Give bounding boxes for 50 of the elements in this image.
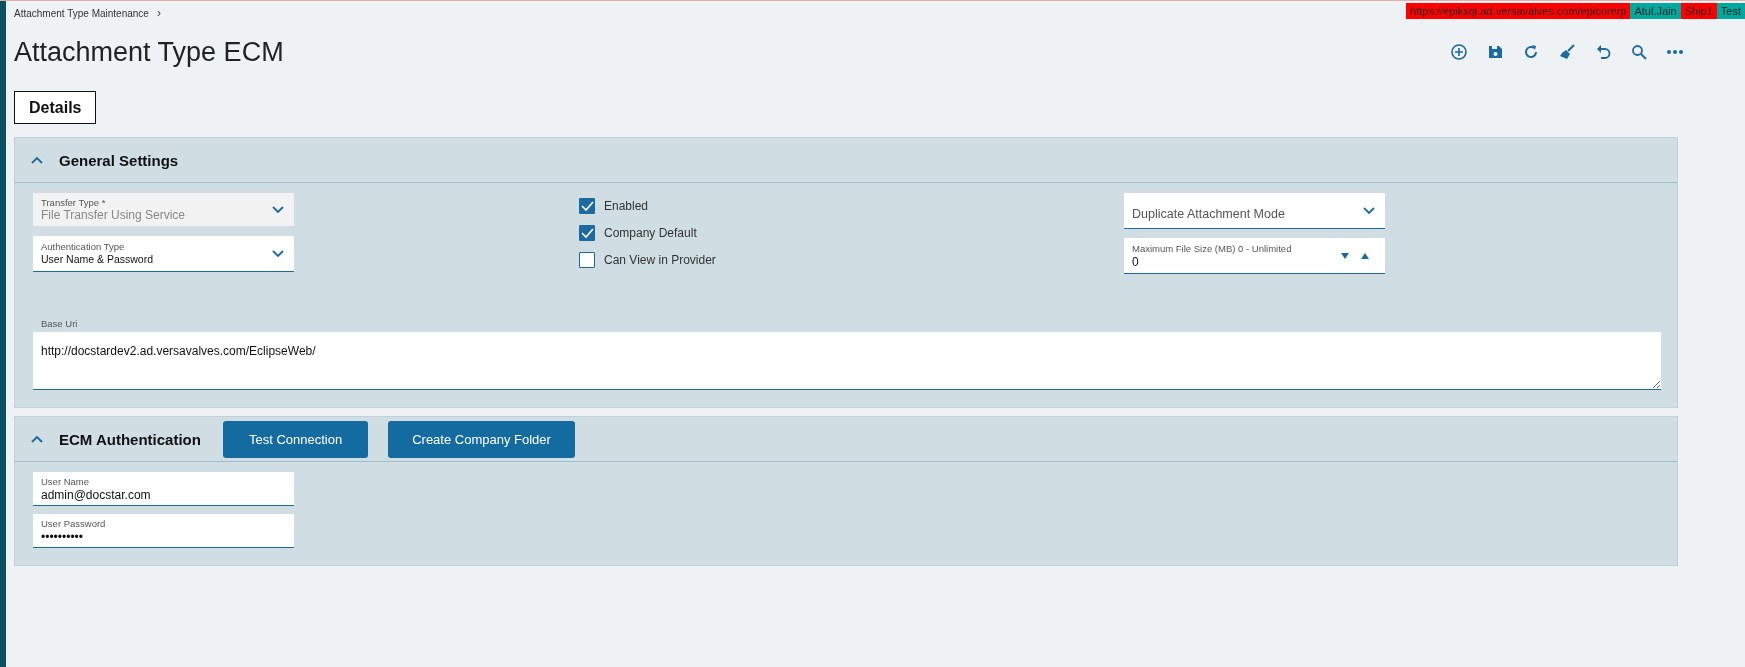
- field-value: admin@docstar.com: [41, 487, 152, 502]
- chevron-down-icon: [272, 249, 284, 258]
- checkmark-icon: [580, 200, 594, 212]
- checkbox-label: Enabled: [604, 199, 649, 213]
- maximum-file-size-field[interactable]: Maximum File Size (MB) 0 - Unlimited 0: [1124, 238, 1385, 274]
- field-label: Base Uri: [40, 318, 79, 329]
- field-value: User Name & Password: [41, 253, 155, 266]
- section-title: General Settings: [59, 151, 179, 169]
- environment-badge: Ship1: [1680, 3, 1717, 19]
- increment-icon[interactable]: [1361, 252, 1369, 259]
- checkbox[interactable]: [579, 252, 595, 268]
- chevron-down-icon: [272, 205, 284, 214]
- refresh-icon[interactable]: [1522, 43, 1540, 61]
- broom-icon[interactable]: [1558, 43, 1576, 61]
- collapse-icon[interactable]: [31, 156, 43, 164]
- decrement-icon[interactable]: [1341, 252, 1349, 259]
- authentication-type-dropdown[interactable]: Authentication Type User Name & Password: [33, 236, 294, 272]
- save-icon[interactable]: [1486, 43, 1504, 61]
- tab[interactable]: Details: [14, 91, 97, 124]
- checkbox[interactable]: [579, 225, 595, 241]
- environment-badge: https://epiksql.ad.versavalves.com/epicorerp: [1406, 3, 1631, 19]
- section-title: ECM Authentication: [59, 430, 201, 448]
- add-icon[interactable]: [1450, 43, 1468, 61]
- search-icon[interactable]: [1630, 43, 1648, 61]
- field-placeholder: Duplicate Attachment Mode: [1132, 205, 1286, 221]
- field-label: Transfer Type *: [41, 197, 107, 209]
- action-button[interactable]: Create Company Folder: [388, 420, 575, 458]
- field-label: Maximum File Size (MB) 0 - Unlimited: [1132, 242, 1293, 255]
- environment-badge: Test: [1716, 3, 1745, 19]
- breadcrumb-link[interactable]: Attachment Type Maintenance: [14, 7, 149, 19]
- checkbox-label: Company Default: [604, 226, 697, 240]
- chevron-down-icon: [1363, 206, 1375, 215]
- field-label: Authentication Type: [41, 241, 126, 253]
- environment-badge: Atul.Jain: [1630, 3, 1681, 19]
- checkbox[interactable]: [579, 198, 595, 214]
- field-value: File Transfer Using Service: [41, 209, 187, 222]
- base-uri-textarea[interactable]: http://docstardev2.ad.versavalves.com/EclipseWeb/: [33, 332, 1661, 390]
- collapse-icon[interactable]: [31, 435, 43, 443]
- breadcrumb-separator: ›: [156, 6, 161, 20]
- page-title: Attachment Type ECM: [14, 36, 284, 68]
- field-label: User Password: [41, 517, 107, 530]
- field-value: 0: [1132, 254, 1140, 269]
- checkbox-label: Can View in Provider: [604, 253, 716, 267]
- user-password-field[interactable]: User Password ••••••••••: [33, 514, 294, 548]
- user-name-field[interactable]: User Name admin@docstar.com: [33, 472, 294, 506]
- action-button[interactable]: Test Connection: [222, 420, 369, 458]
- duplicate-attachment-mode-dropdown[interactable]: Duplicate Attachment Mode: [1124, 193, 1385, 229]
- field-value: ••••••••••: [41, 529, 84, 544]
- checkmark-icon: [580, 227, 594, 239]
- field-label: User Name: [41, 475, 91, 488]
